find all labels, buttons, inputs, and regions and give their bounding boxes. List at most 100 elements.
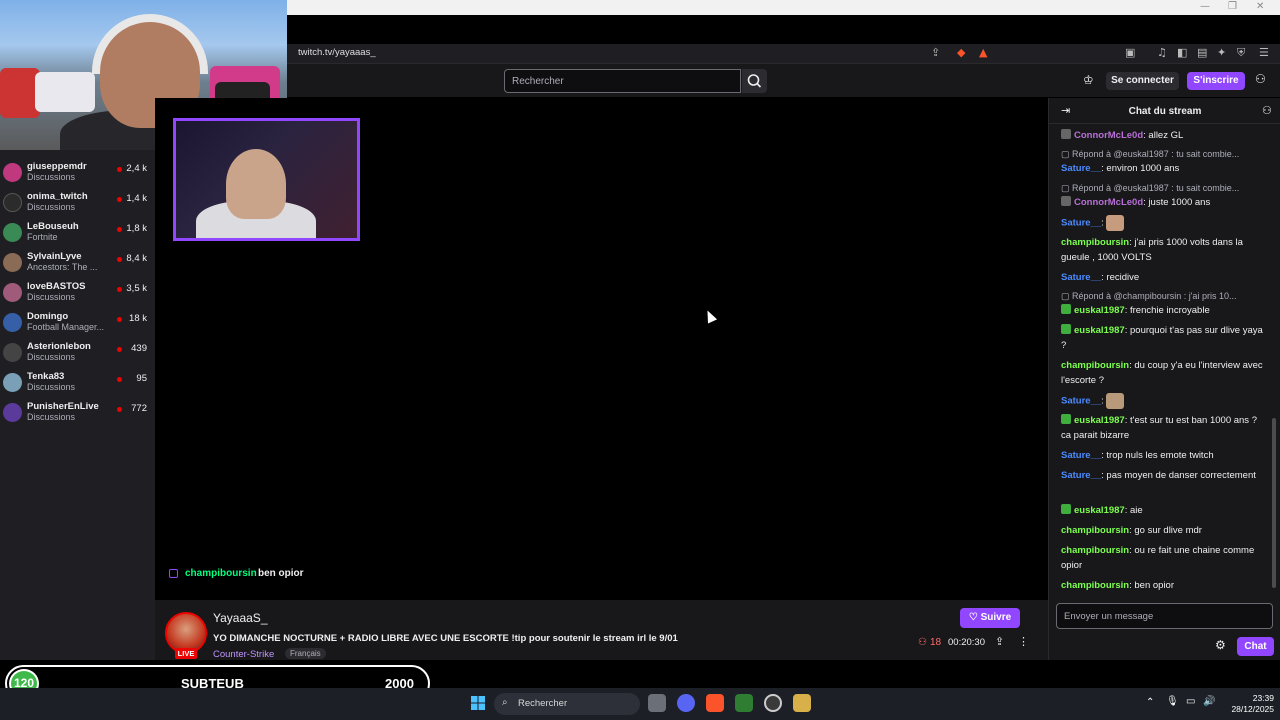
- brave-rewards-icon[interactable]: ▲: [979, 46, 987, 59]
- chat-username[interactable]: Sature__: [1061, 272, 1101, 283]
- chat-message[interactable]: euskal1987: aie: [1061, 503, 1266, 518]
- volume-icon[interactable]: 🔊: [1203, 696, 1215, 707]
- chat-text: frenchie incroyable: [1130, 305, 1210, 316]
- windows-start-icon[interactable]: [471, 696, 485, 710]
- chat-username[interactable]: champiboursin: [1061, 525, 1129, 536]
- avatar: [3, 223, 22, 242]
- chat-message[interactable]: champiboursin: ben opior: [1061, 578, 1266, 593]
- streamer-name[interactable]: YayaaaS_: [213, 611, 268, 625]
- chat-username[interactable]: champiboursin: [1061, 545, 1129, 556]
- login-button[interactable]: Se connecter: [1106, 72, 1179, 90]
- users-icon[interactable]: ⚇: [1262, 104, 1272, 117]
- app-icon[interactable]: [735, 694, 753, 712]
- chat-message[interactable]: champiboursin: ou re fait une chaine com…: [1061, 543, 1266, 573]
- follow-button[interactable]: ♡ Suivre: [960, 608, 1020, 628]
- chat-reply-context[interactable]: ▢ Répond à @euskal1987 : tu sait combie.…: [1061, 149, 1266, 160]
- sidebar-channel[interactable]: PunisherEnLive Discussions 772: [0, 399, 155, 429]
- chat-message[interactable]: euskal1987: frenchie incroyable: [1061, 303, 1266, 318]
- chat-settings-gear-icon[interactable]: ⚙: [1215, 638, 1226, 652]
- chat-username[interactable]: Sature__: [1061, 396, 1101, 407]
- taskbar-search[interactable]: ⌕ Rechercher: [494, 693, 640, 715]
- leo-icon[interactable]: ✦: [1217, 46, 1226, 59]
- chat-panel: ⇥ Chat du stream ⚇ ConnorMcLe0d: allez G…: [1048, 98, 1280, 660]
- chat-username[interactable]: euskal1987: [1074, 325, 1125, 336]
- chat-username[interactable]: champiboursin: [1061, 237, 1129, 248]
- tray-chevron-icon[interactable]: ⌃: [1146, 697, 1154, 708]
- chat-input[interactable]: Envoyer un message: [1056, 603, 1273, 629]
- video-player[interactable]: champiboursin ben opior: [155, 98, 1048, 600]
- viewer-count: 1,4 k: [126, 193, 147, 204]
- screen-icon[interactable]: ▣: [1125, 46, 1135, 59]
- chat-message[interactable]: euskal1987: t'est sur tu est ban 1000 an…: [1061, 413, 1266, 443]
- address-bar[interactable]: twitch.tv/yayaaas_ ⇪ ◆ ▲ ▣ ♫ ◧ ▤ ✦ ⛨ ☰: [287, 44, 1280, 64]
- chat-username[interactable]: champiboursin: [1061, 580, 1129, 591]
- chat-username[interactable]: Sature__: [1061, 470, 1101, 481]
- chat-message[interactable]: ConnorMcLe0d: allez GL: [1061, 128, 1266, 143]
- channel-name: SylvainLyve: [27, 251, 82, 262]
- chat-message[interactable]: Sature__: trop nuls les emote twitch: [1061, 448, 1266, 463]
- language-tag[interactable]: Français: [285, 648, 326, 659]
- brave-icon[interactable]: [706, 694, 724, 712]
- chat-send-button[interactable]: Chat: [1237, 637, 1274, 656]
- chat-username[interactable]: euskal1987: [1074, 505, 1125, 516]
- sidebar-channel[interactable]: Asterionlebon Discussions 439: [0, 339, 155, 369]
- sidebar-channel[interactable]: giuseppemdr Discussions 2,4 k: [0, 159, 155, 189]
- search-button[interactable]: [742, 69, 767, 93]
- chat-scrollbar[interactable]: [1272, 418, 1276, 588]
- menu-icon[interactable]: ☰: [1259, 46, 1269, 59]
- music-icon[interactable]: ♫: [1157, 46, 1167, 59]
- sidebar-channel[interactable]: loveBASTOS Discussions 3,5 k: [0, 279, 155, 309]
- sidebar-icon[interactable]: ◧: [1177, 46, 1187, 59]
- chat-message[interactable]: Sature__: recidive: [1061, 270, 1266, 285]
- share-icon[interactable]: ⇪: [931, 46, 940, 59]
- microphone-icon[interactable]: 🎙: [1166, 696, 1179, 707]
- signup-button[interactable]: S'inscrire: [1187, 72, 1245, 90]
- channel-game: Discussions: [27, 382, 76, 392]
- chat-message[interactable]: euskal1987: pourquoi t'as pas sur dlive …: [1061, 323, 1266, 353]
- chat-message[interactable]: Sature__:: [1061, 393, 1266, 409]
- minimize-icon[interactable]: —: [1200, 1, 1210, 12]
- url-text[interactable]: twitch.tv/yayaaas_: [298, 47, 376, 58]
- chat-username[interactable]: Sature__: [1061, 163, 1101, 174]
- sidebar-channel[interactable]: LeBouseuh Fortnite 1,8 k: [0, 219, 155, 249]
- game-link[interactable]: Counter-Strike: [213, 649, 274, 660]
- user-icon[interactable]: ⚇: [1255, 72, 1266, 86]
- channel-game: Ancestors: The ...: [27, 262, 98, 272]
- viewer-count: 3,5 k: [126, 283, 147, 294]
- chat-username[interactable]: euskal1987: [1074, 415, 1125, 426]
- obs-icon[interactable]: [764, 694, 782, 712]
- vpn-icon[interactable]: ⛨: [1237, 46, 1245, 60]
- sidebar-channel[interactable]: SylvainLyve Ancestors: The ... 8,4 k: [0, 249, 155, 279]
- chat-username[interactable]: Sature__: [1061, 450, 1101, 461]
- discord-icon[interactable]: [677, 694, 695, 712]
- search-input[interactable]: Rechercher: [504, 69, 741, 93]
- wallet-icon[interactable]: ▤: [1197, 46, 1207, 59]
- taskbar-clock[interactable]: 23:39 28/12/2025: [1220, 693, 1274, 715]
- network-icon[interactable]: ▭: [1186, 696, 1195, 707]
- chat-reply-context[interactable]: ▢ Répond à @euskal1987 : tu sait combie.…: [1061, 183, 1266, 194]
- sidebar-channel[interactable]: Tenka83 Discussions 95: [0, 369, 155, 399]
- chat-message[interactable]: Sature__: environ 1000 ans: [1061, 161, 1266, 176]
- chat-username[interactable]: champiboursin: [1061, 360, 1129, 371]
- chat-message[interactable]: champiboursin: go sur dlive mdr: [1061, 523, 1266, 538]
- chat-message[interactable]: Sature__:: [1061, 215, 1266, 231]
- chat-username[interactable]: ConnorMcLe0d: [1074, 197, 1143, 208]
- chat-username[interactable]: euskal1987: [1074, 305, 1125, 316]
- chat-username[interactable]: Sature__: [1061, 218, 1101, 229]
- maximize-icon[interactable]: ❐: [1228, 1, 1237, 12]
- sidebar-channel[interactable]: onima_twitch Discussions 1,4 k: [0, 189, 155, 219]
- chat-username[interactable]: ConnorMcLe0d: [1074, 130, 1143, 141]
- brave-shield-icon[interactable]: ◆: [957, 46, 965, 59]
- task-view-icon[interactable]: [648, 694, 666, 712]
- share-icon[interactable]: ⇪: [995, 635, 1004, 648]
- chat-message[interactable]: ConnorMcLe0d: juste 1000 ans: [1061, 195, 1266, 210]
- prime-crown-icon[interactable]: ♔: [1083, 73, 1094, 87]
- more-options-icon[interactable]: ⋮: [1018, 635, 1029, 648]
- chat-message[interactable]: champiboursin: du coup y'a eu l'intervie…: [1061, 358, 1266, 388]
- file-explorer-icon[interactable]: [793, 694, 811, 712]
- chat-reply-context[interactable]: ▢ Répond à @champiboursin : j'ai pris 10…: [1061, 291, 1266, 302]
- chat-message[interactable]: Sature__: pas moyen de danser correcteme…: [1061, 468, 1266, 483]
- close-icon[interactable]: ✕: [1256, 1, 1264, 12]
- chat-message[interactable]: champiboursin: j'ai pris 1000 volts dans…: [1061, 235, 1266, 265]
- sidebar-channel[interactable]: Domingo Football Manager... 18 k: [0, 309, 155, 339]
